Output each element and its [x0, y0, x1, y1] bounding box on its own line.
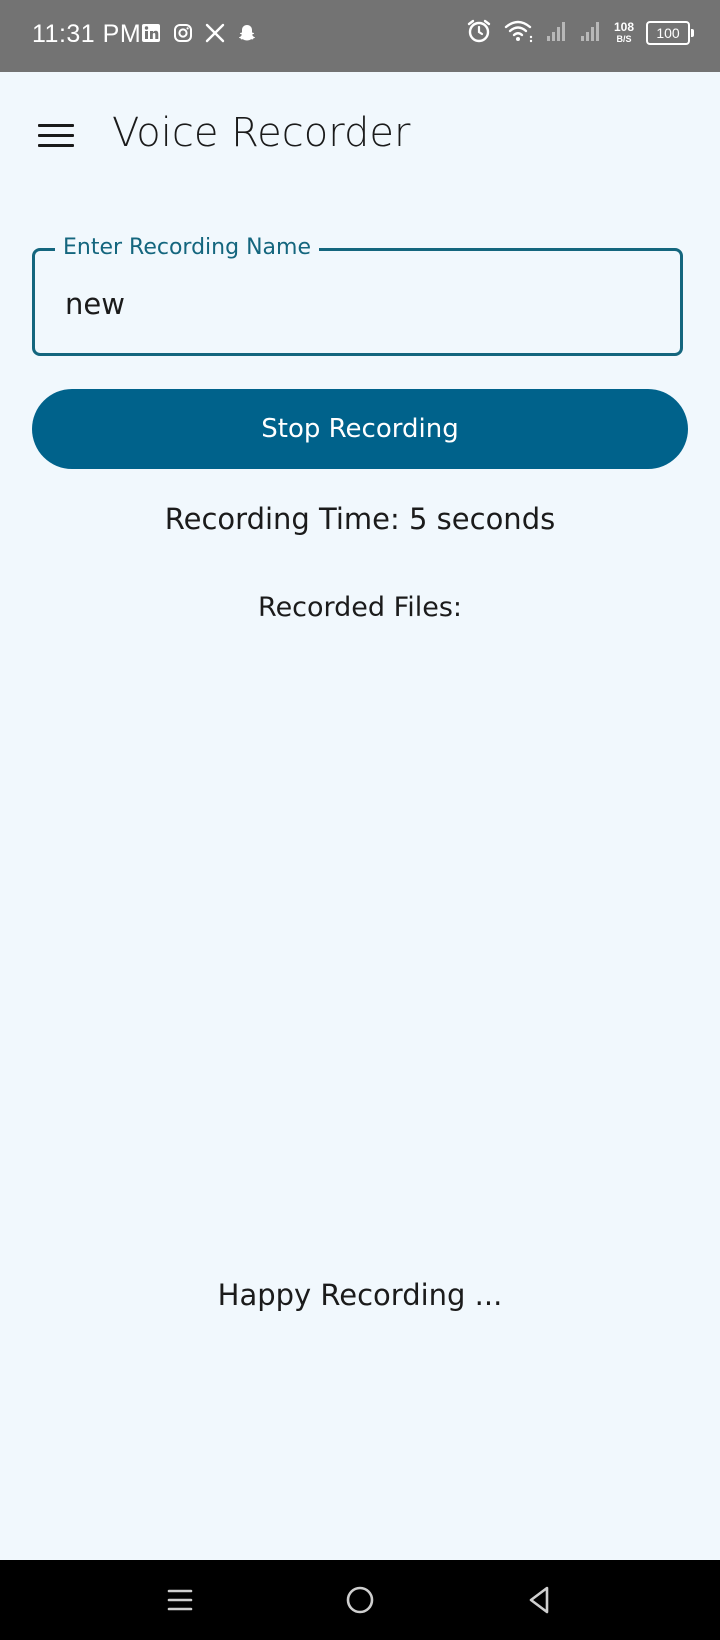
network-speed: 108 B/S — [614, 21, 634, 45]
recording-name-field[interactable]: Enter Recording Name — [32, 233, 683, 356]
status-bar: 11:31 PM 108 B/S 100 — [0, 0, 720, 72]
recording-name-label: Enter Recording Name — [55, 233, 319, 263]
page-title: Voice Recorder — [112, 110, 411, 156]
home-icon[interactable] — [340, 1580, 380, 1620]
recents-icon[interactable] — [160, 1580, 200, 1620]
hamburger-menu-icon[interactable] — [38, 122, 74, 150]
recorded-files-heading: Recorded Files: — [258, 592, 462, 623]
battery-level: 100 — [656, 25, 680, 41]
battery-icon: 100 — [646, 21, 694, 45]
alarm-icon — [466, 18, 492, 48]
footer-message: Happy Recording ... — [217, 1278, 503, 1312]
x-icon — [204, 22, 226, 44]
network-speed-value: 108 — [613, 20, 634, 34]
back-icon[interactable] — [520, 1580, 560, 1620]
stop-recording-button[interactable]: Stop Recording — [32, 389, 688, 469]
status-notification-icons — [140, 22, 258, 44]
recording-name-input[interactable] — [63, 279, 647, 329]
signal-1-icon — [546, 20, 568, 46]
wifi-icon — [504, 18, 534, 48]
recording-time-text: Recording Time: 5 seconds — [164, 502, 556, 536]
status-system-icons: 108 B/S 100 — [466, 18, 694, 48]
network-speed-unit: B/S — [616, 34, 632, 44]
linkedin-icon — [140, 22, 162, 44]
instagram-icon — [172, 22, 194, 44]
snapchat-icon — [236, 22, 258, 44]
status-time: 11:31 PM — [32, 20, 142, 48]
navigation-bar — [0, 1560, 720, 1640]
app-bar: Voice Recorder — [0, 72, 720, 202]
signal-2-icon — [580, 20, 602, 46]
